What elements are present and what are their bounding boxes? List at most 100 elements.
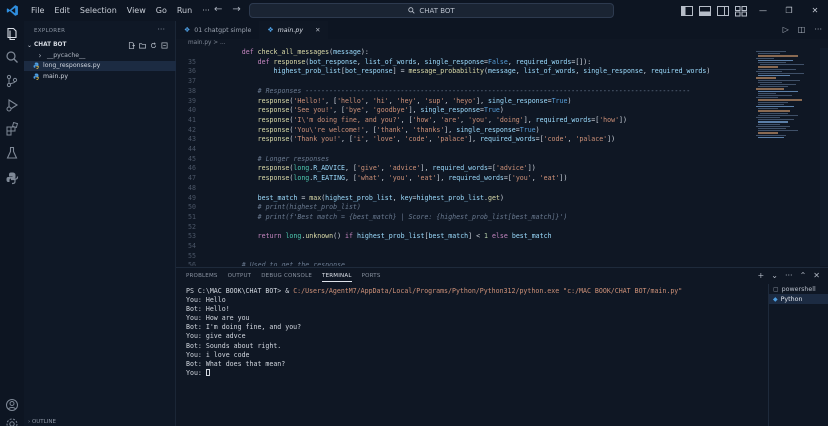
panel-tab-ports[interactable]: PORTS: [362, 273, 381, 282]
code-editor[interactable]: def check_all_messages(message): 35 def r…: [176, 48, 752, 266]
terminal-output[interactable]: PS C:\MAC BOOK\CHAT BOT> & C:/Users/Agen…: [186, 287, 766, 426]
explorer-icon[interactable]: [5, 27, 19, 41]
back-arrow-icon[interactable]: ←: [214, 4, 222, 15]
code-token: def: [241, 48, 258, 56]
code-line: 36 highest_prob_list[bot_response] = mes…: [176, 67, 752, 77]
terminal-list-item[interactable]: ◆ Python: [769, 294, 828, 304]
close-panel-icon[interactable]: ✕: [813, 271, 820, 280]
code-token: ,: [356, 57, 365, 66]
code-token: , [: [341, 135, 353, 144]
code-token: R_EATING: [313, 174, 346, 183]
minimize-icon[interactable]: —: [750, 6, 776, 15]
refresh-icon[interactable]: [150, 41, 157, 49]
collapse-all-icon[interactable]: [161, 42, 168, 49]
code-token: 'I\'m doing fine, and you?': [293, 115, 401, 124]
tree-item[interactable]: long_responses.py: [24, 60, 176, 71]
new-terminal-icon[interactable]: +: [758, 271, 765, 280]
workspace-folder[interactable]: ⌄ CHAT BOT: [24, 40, 176, 50]
maximize-panel-icon[interactable]: ⌃: [800, 271, 807, 280]
tree-item[interactable]: main.py: [24, 71, 176, 81]
code-token: ): [535, 125, 540, 134]
breadcrumb[interactable]: main.py > ...: [188, 40, 226, 46]
code-line: def check_all_messages(message):: [176, 48, 752, 58]
menu-item-3[interactable]: View: [127, 6, 146, 15]
restore-icon[interactable]: ❐: [776, 6, 802, 15]
minimap-line: [758, 75, 790, 77]
source-control-icon[interactable]: [5, 74, 19, 88]
line-number: 48: [188, 183, 196, 192]
code-token: required_words: [448, 174, 504, 183]
python-icon[interactable]: [5, 171, 19, 185]
run-python-icon[interactable]: ▷: [783, 25, 789, 34]
line-number: 56: [188, 261, 196, 266]
code-token: highest_prob_list: [273, 67, 342, 76]
code-token: ,: [408, 174, 417, 183]
new-file-icon[interactable]: [128, 41, 135, 49]
code-token: list_of_words: [523, 67, 576, 76]
minimap[interactable]: [752, 48, 820, 266]
code-token: 'you': [388, 174, 409, 183]
tab-0[interactable]: ❖ 01 chatgpt simple: [176, 21, 259, 39]
chevron-down-icon[interactable]: ⌄: [771, 271, 778, 280]
code-token: , [: [345, 164, 357, 173]
menu-item-1[interactable]: Edit: [54, 6, 70, 15]
code-token: ,: [364, 96, 373, 105]
testing-flask-icon[interactable]: [5, 146, 19, 160]
new-folder-icon[interactable]: [139, 42, 146, 49]
run-debug-icon[interactable]: [5, 98, 19, 112]
line-number: 53: [188, 232, 196, 241]
code-token: unknown: [305, 232, 334, 241]
panel-tab-output[interactable]: OUTPUT: [228, 273, 252, 282]
close-icon[interactable]: ✕: [802, 6, 828, 15]
python-icon: ◆: [773, 295, 778, 303]
more-actions-icon[interactable]: ···: [814, 25, 822, 34]
code-token: check_all_messages: [257, 48, 330, 56]
terminal-list-item[interactable]: ▢ powershell: [769, 284, 828, 294]
more-actions-icon[interactable]: ···: [785, 271, 793, 280]
menu-item-4[interactable]: Go: [156, 6, 167, 15]
split-editor-icon[interactable]: ◫: [798, 25, 806, 34]
toggle-secondary-sidebar-icon[interactable]: [716, 5, 730, 17]
editor-scrollbar[interactable]: [820, 48, 828, 266]
terminal-text: You: Hello: [186, 296, 226, 305]
forward-arrow-icon[interactable]: →: [232, 4, 240, 15]
outline-section[interactable]: › OUTLINE: [28, 419, 56, 425]
sidebar-more-icon[interactable]: ···: [157, 25, 165, 34]
command-center-search[interactable]: CHAT BOT: [249, 3, 614, 18]
code-token: if: [345, 232, 357, 241]
code-token: ):: [360, 48, 369, 56]
menu-item-2[interactable]: Selection: [80, 6, 117, 15]
menu-item-5[interactable]: Run: [177, 6, 192, 15]
code-token: 'doing': [495, 115, 524, 124]
search-icon[interactable]: [5, 50, 19, 64]
code-line: 37: [176, 77, 752, 87]
code-token: ]): [559, 174, 568, 183]
panel-tab-terminal[interactable]: TERMINAL: [322, 273, 352, 282]
code-token: ],: [420, 164, 433, 173]
customize-layout-icon[interactable]: [734, 5, 748, 17]
line-number: 44: [188, 145, 196, 153]
menu-item-0[interactable]: File: [31, 6, 44, 15]
code-token: response: [257, 135, 290, 144]
toggle-panel-icon[interactable]: [698, 5, 712, 17]
code-token: highest_prob_list: [356, 232, 425, 241]
panel-tab-debug-console[interactable]: DEBUG CONSOLE: [261, 273, 312, 282]
tree-item[interactable]: › __pycache__: [24, 50, 176, 60]
code-line: 44: [176, 145, 752, 155]
tab-1[interactable]: ❖ main.py ✕: [259, 21, 329, 39]
minimap-line: [758, 114, 798, 116]
line-number: 47: [188, 174, 196, 183]
extensions-icon[interactable]: [5, 122, 19, 136]
nav-arrows: ← →: [214, 4, 241, 15]
toggle-sidebar-icon[interactable]: [680, 5, 694, 17]
code-token: ],: [444, 125, 457, 134]
account-icon[interactable]: [5, 398, 19, 412]
menu-item-6[interactable]: ···: [202, 6, 210, 15]
panel-tab-problems[interactable]: PROBLEMS: [186, 273, 218, 282]
line-number: 54: [188, 242, 196, 250]
code-token: ): [567, 96, 572, 105]
settings-gear-icon[interactable]: [5, 417, 19, 426]
close-tab-icon[interactable]: ✕: [315, 27, 320, 34]
terminal-line: You:: [186, 369, 766, 378]
